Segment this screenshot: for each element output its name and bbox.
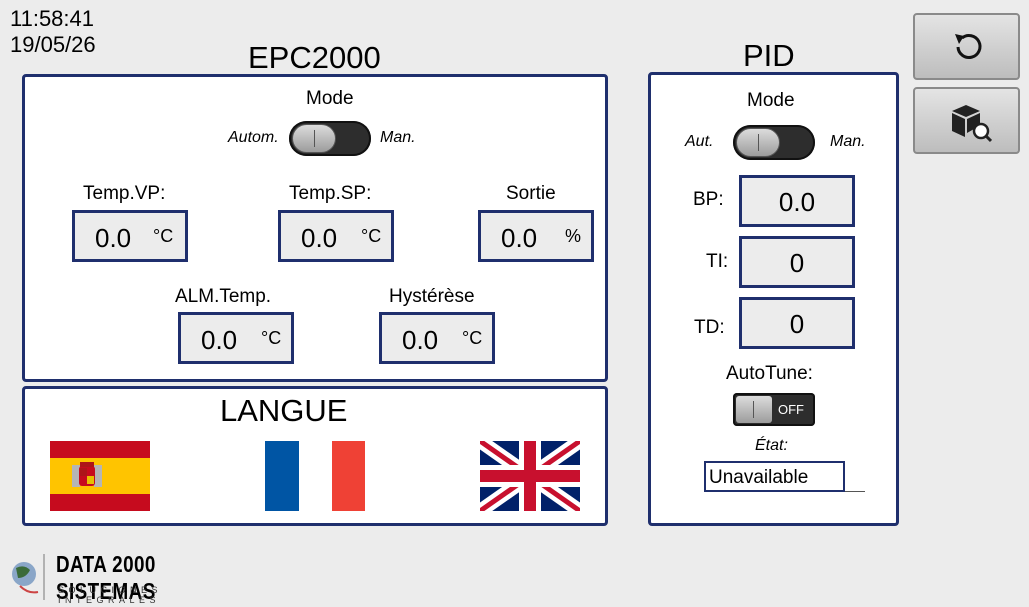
ti-value: 0 [789,248,805,278]
refresh-icon [950,30,986,69]
clock-time: 11:58:41 [10,6,95,31]
toggle-knob [736,396,772,423]
toggle-knob [292,124,336,153]
company-logo: DATA 2000 SISTEMAS SOLUCIONES INTEGRALES [8,548,253,607]
ti-field[interactable]: 0 [739,236,855,288]
ti-label: TI: [706,251,729,272]
toggle-knob [736,128,780,157]
alm-temp-field[interactable]: 0.0 °C [178,312,294,364]
bp-field[interactable]: 0.0 [739,175,855,227]
epc-mode-toggle[interactable] [289,121,371,156]
alm-temp-value: 0.0 [201,325,238,355]
etat-label: État: [755,437,788,454]
etat-value: Unavailable [709,467,809,488]
pid-mode-label: Mode [747,90,795,111]
alm-temp-unit: °C [261,328,282,348]
pid-panel: Mode Aut. Man. BP: 0.0 TI: 0 TD: 0 AutoT… [648,72,899,526]
temp-sp-label: Temp.SP: [289,183,372,204]
pid-mode-man-label: Man. [830,133,866,150]
hysterese-field[interactable]: 0.0 °C [379,312,495,364]
temp-sp-field[interactable]: 0.0 °C [278,210,394,262]
package-search-button[interactable] [913,87,1020,154]
sortie-value: 0.0 [501,223,538,253]
hysterese-unit: °C [462,328,483,348]
pid-mode-auto-label: Aut. [685,133,714,150]
toggle-knob-line [753,401,754,418]
temp-vp-label: Temp.VP: [83,183,166,204]
td-label: TD: [694,317,725,338]
uk-flag-icon[interactable] [480,441,580,511]
autotune-state-text: OFF [778,402,804,417]
pid-mode-toggle[interactable] [733,125,815,160]
globe-logo-icon [8,552,48,607]
langue-panel: LANGUE [22,386,608,526]
bp-value: 0.0 [778,187,816,217]
sortie-label: Sortie [506,183,556,204]
sortie-unit: % [565,226,582,246]
epc-mode-label: Mode [306,88,354,109]
td-field[interactable]: 0 [739,297,855,349]
hmi-screen: { "header": {"time": "11:58:41", "date":… [0,0,1029,606]
clock-date: 19/05/26 [10,32,96,57]
bp-label: BP: [693,189,724,210]
epc-mode-auto-label: Autom. [228,129,279,146]
brand-tagline: SOLUCIONES INTEGRALES [58,585,163,605]
autotune-toggle[interactable]: OFF [733,393,815,426]
temp-vp-unit: °C [153,226,174,246]
temp-sp-value: 0.0 [301,223,338,253]
sortie-field[interactable]: 0.0 % [478,210,594,262]
temp-vp-value: 0.0 [95,223,132,253]
france-flag-icon[interactable] [265,441,365,511]
alm-temp-label: ALM.Temp. [175,286,272,307]
hysterese-label: Hystérèse [389,286,475,307]
temp-vp-field[interactable]: 0.0 °C [72,210,188,262]
autotune-label: AutoTune: [726,363,813,384]
epc-panel: Mode Autom. Man. Temp.VP: 0.0 °C Temp.SP… [22,74,608,382]
langue-title: LANGUE [220,393,348,428]
epc-title: EPC2000 [248,40,381,75]
etat-underline [845,491,865,492]
datetime: 11:58:41 19/05/26 [10,6,96,58]
temp-sp-unit: °C [361,226,382,246]
spain-flag-icon[interactable] [50,441,150,511]
package-search-icon [948,101,993,148]
refresh-button[interactable] [913,13,1020,80]
hysterese-value: 0.0 [402,325,439,355]
pid-title: PID [743,38,795,73]
epc-mode-man-label: Man. [380,129,416,146]
td-value: 0 [789,309,805,339]
etat-field: Unavailable [704,461,845,492]
